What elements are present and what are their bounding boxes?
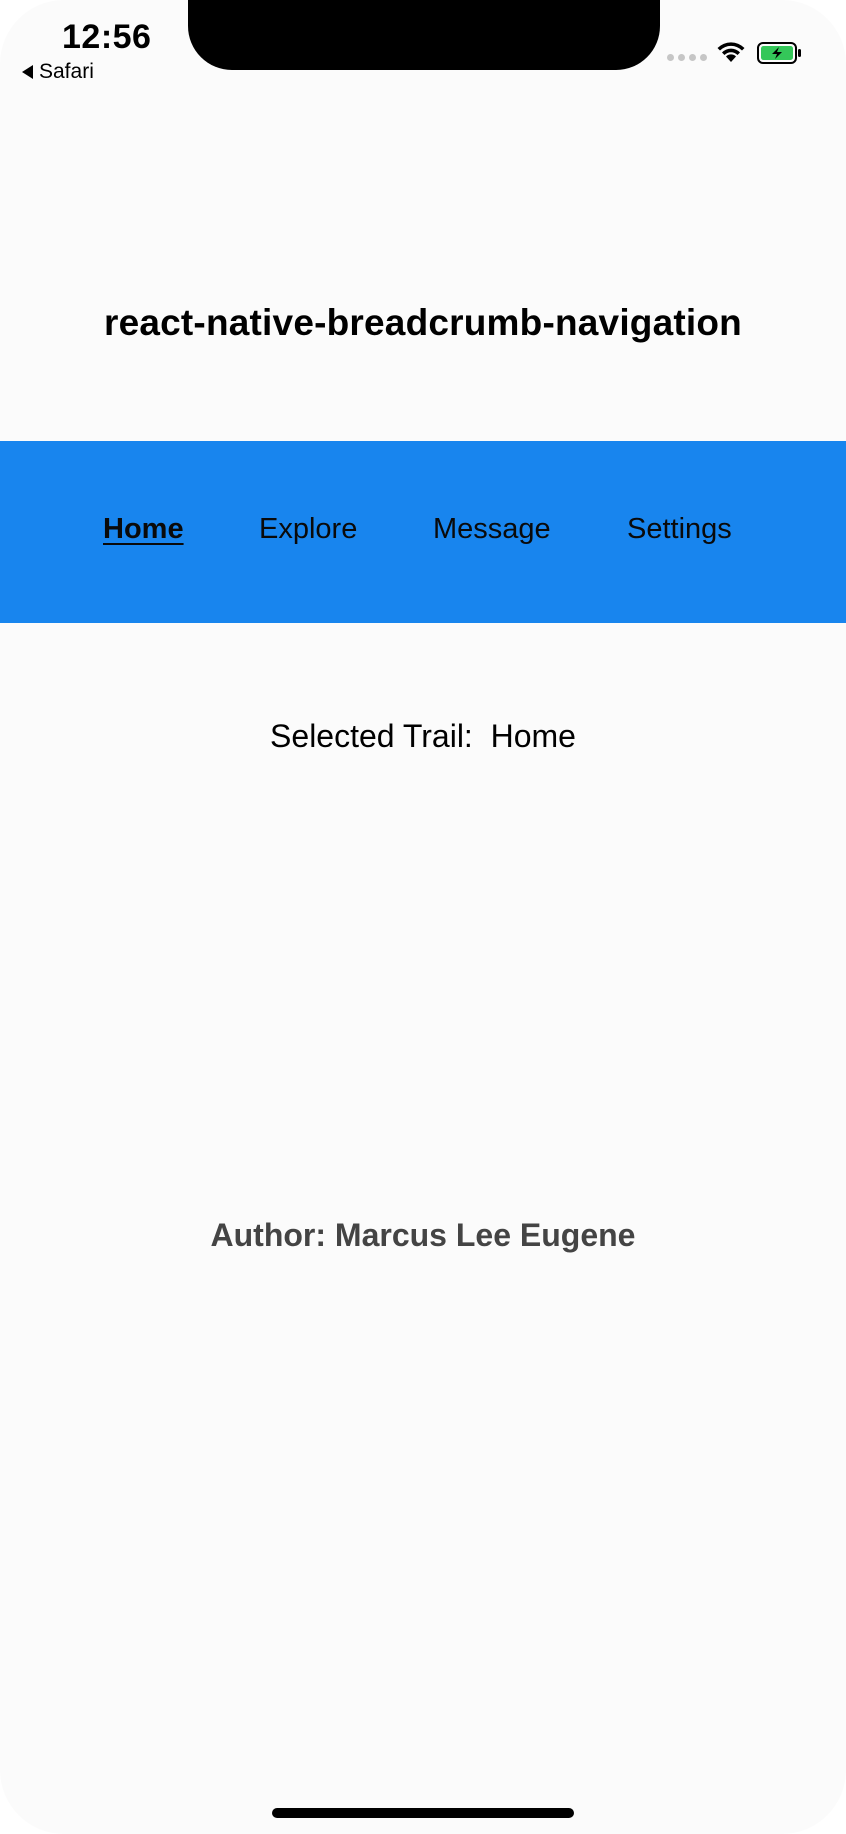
breadcrumb-nav-bar: Home Explore Message Settings: [0, 441, 846, 623]
author-credit: Author: Marcus Lee Eugene: [210, 1217, 636, 1253]
back-arrow-icon: [22, 65, 33, 79]
status-time: 12:56: [62, 18, 152, 56]
app-title: react-native-breadcrumb-navigation: [103, 302, 742, 343]
back-app-label: Safari: [39, 60, 94, 83]
breadcrumb-item-home[interactable]: Home: [103, 513, 184, 546]
cellular-signal-icon: [667, 54, 707, 61]
breadcrumb-item-explore[interactable]: Explore: [259, 513, 357, 546]
battery-charging-icon: [757, 42, 801, 64]
breadcrumb-item-message[interactable]: Message: [433, 513, 551, 546]
device-notch: [188, 0, 660, 70]
breadcrumb-item-settings[interactable]: Settings: [627, 513, 732, 546]
selected-trail-value: Home: [490, 718, 576, 754]
selected-trail: Selected Trail: Home: [0, 718, 846, 755]
back-to-app-link[interactable]: Safari: [22, 60, 94, 84]
wifi-icon: [717, 42, 745, 62]
selected-trail-label: Selected Trail:: [270, 718, 473, 754]
home-indicator[interactable]: [272, 1808, 574, 1818]
phone-screen: 12:56 Safari react-native-breadcrumb-nav…: [0, 0, 846, 1834]
